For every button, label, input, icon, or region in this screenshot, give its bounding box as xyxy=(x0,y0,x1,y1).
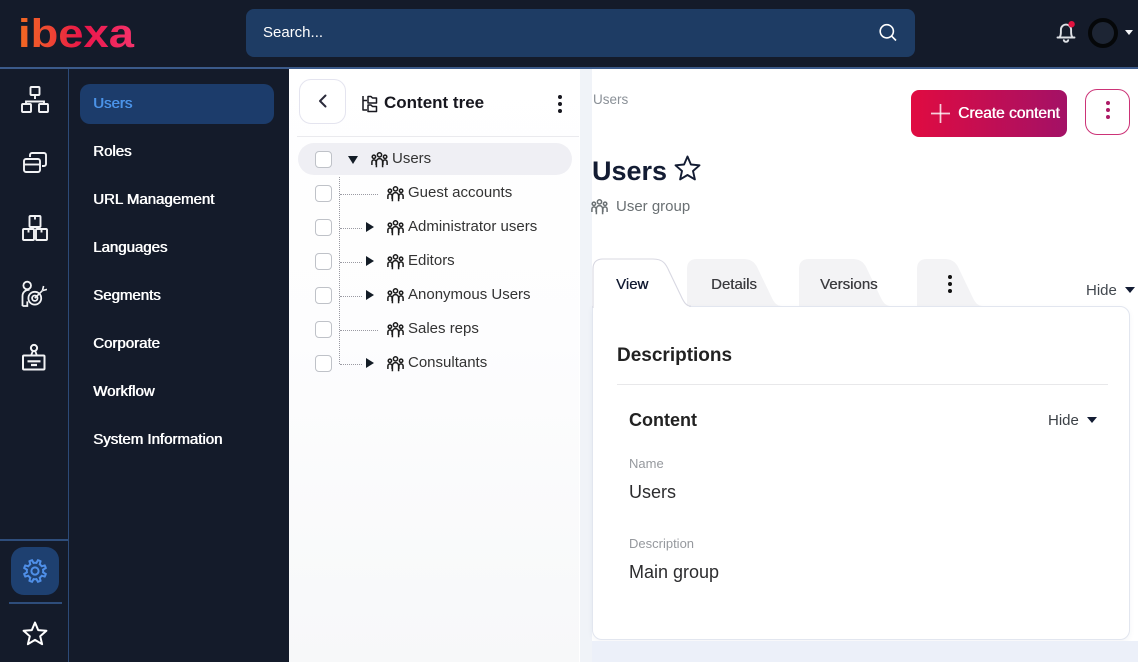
svg-text:ibexa: ibexa xyxy=(18,16,135,52)
